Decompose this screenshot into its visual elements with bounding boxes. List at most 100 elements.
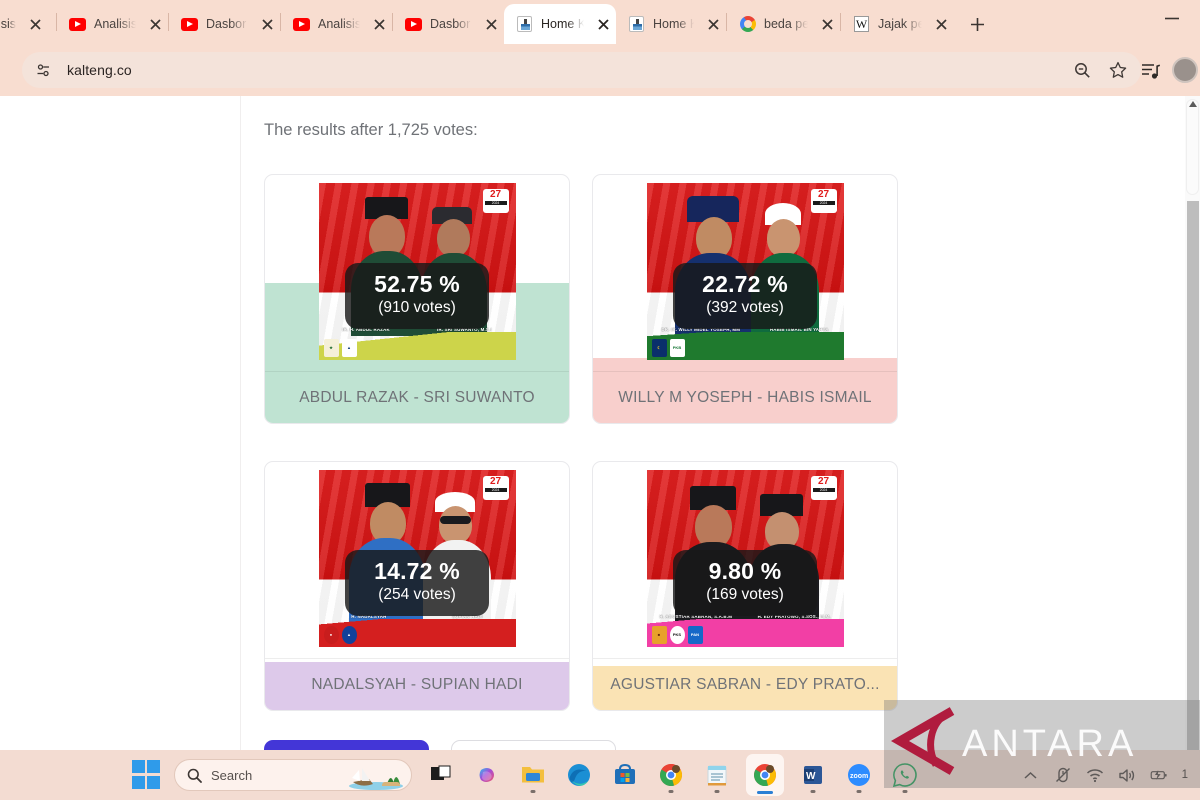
bookmark-star-icon[interactable] [1103, 55, 1133, 85]
tab-close-icon[interactable] [480, 13, 502, 35]
tab-title: Home K [653, 17, 694, 31]
badge-year: 2024 [812, 488, 835, 492]
badge-year: 2024 [484, 201, 507, 205]
new-tab-button[interactable] [960, 7, 994, 41]
page-divider [240, 96, 241, 750]
party-logo: ▲ [341, 339, 357, 357]
zoom-icon[interactable]: zoom [842, 755, 876, 795]
svg-text:W: W [806, 771, 816, 782]
candidate-name: AGUSTIAR SABRAN - EDY PRATO... [610, 675, 880, 693]
poster-party-logos: ☾ PKB [651, 339, 685, 357]
tab-close-icon[interactable] [592, 13, 614, 35]
browser-tab[interactable]: Analisis [57, 4, 168, 44]
tab-title: Home K [541, 17, 584, 31]
badge-year: 2024 [484, 488, 507, 492]
tab-close-icon[interactable] [702, 13, 724, 35]
party-logo: ● [323, 626, 339, 644]
badge-day: 27 [489, 189, 502, 200]
search-input[interactable]: Search [174, 759, 412, 791]
poll-card[interactable]: 27 2024 H. NADALSYAH SUPIAN HADI ● ▲ 14.… [264, 461, 570, 711]
window-minimize-button[interactable] [1154, 4, 1190, 32]
address-bar[interactable]: kalteng.co [22, 52, 1141, 88]
poll-results-content: The results after 1,725 votes: 27 2024 I… [264, 96, 904, 750]
wifi-icon[interactable] [1086, 766, 1104, 784]
browser-chrome: isis Analisis Dasbor [0, 0, 1200, 96]
candidate-name: NADALSYAH - SUPIAN HADI [311, 675, 523, 693]
tab-title: Analisis [318, 17, 360, 31]
party-logo: ■ [651, 626, 667, 644]
tab-title: Analisis [94, 17, 136, 31]
poll-cards-grid: 27 2024 IR. H. ABDUL RAZAK IR. SRI SUWAN… [264, 174, 904, 711]
youtube-icon [181, 16, 198, 33]
poster-party-logos: ★ ▲ [323, 339, 357, 357]
tab-close-icon[interactable] [368, 13, 390, 35]
site-settings-icon[interactable] [29, 56, 57, 84]
percent-value: 52.75 % [374, 271, 460, 297]
tab-close-icon[interactable] [930, 13, 952, 35]
scrollbar-thumb[interactable] [1186, 99, 1199, 195]
notepad-icon[interactable] [700, 755, 734, 795]
app-running-dot [668, 790, 674, 793]
browser-tab[interactable]: Home K [616, 4, 726, 44]
tab-title: Dasbor [206, 17, 247, 31]
tab-title: Jajak pe [878, 17, 922, 31]
app-running-dot [856, 790, 862, 793]
poll-card[interactable]: 27 2024 DR. IR. WILLY MIDEL YOSEPH, MM H… [592, 174, 898, 424]
google-chrome-icon[interactable] [654, 755, 688, 795]
tab-strip: isis Analisis Dasbor [0, 0, 1200, 44]
reading-list-icon[interactable] [1138, 58, 1164, 84]
taskbar-clock[interactable]: 1 [1182, 769, 1188, 782]
url-text: kalteng.co [67, 62, 132, 78]
poll-card[interactable]: 27 2024 IR. H. ABDUL RAZAK IR. SRI SUWAN… [264, 174, 570, 424]
result-badge: 52.75 % (910 votes) [345, 263, 489, 329]
google-chrome-active-icon[interactable] [746, 754, 784, 796]
badge-day: 27 [817, 476, 830, 487]
party-logo: ★ [323, 339, 339, 357]
svg-text:zoom: zoom [850, 773, 868, 780]
search-icon [187, 768, 202, 783]
zoom-out-icon[interactable] [1067, 55, 1097, 85]
badge-day: 27 [489, 476, 502, 487]
tab-title: beda pe [764, 17, 808, 31]
scroll-up-icon[interactable] [1185, 96, 1200, 111]
badge-day: 27 [817, 189, 830, 200]
volume-icon[interactable] [1118, 766, 1136, 784]
app-running-dot [810, 790, 816, 793]
microsoft-edge-icon[interactable] [562, 755, 596, 795]
task-view-button[interactable] [424, 755, 458, 795]
browser-tab[interactable]: beda pe [727, 4, 840, 44]
browser-tab[interactable]: Dasbor [393, 4, 504, 44]
scrollbar-track[interactable] [1187, 201, 1199, 750]
whatsapp-icon[interactable] [888, 755, 922, 795]
profile-avatar-icon[interactable] [1172, 57, 1198, 83]
result-badge: 14.72 % (254 votes) [345, 550, 489, 616]
poll-card[interactable]: 27 2024 H. AGUSTIAR SABRAN, S.A.B.M H. E… [592, 461, 898, 711]
live-results-button[interactable]: Live results [264, 740, 429, 750]
tab-close-icon[interactable] [256, 13, 278, 35]
windows-taskbar: Search W zoom 1 [0, 750, 1200, 800]
app-active-indicator [757, 791, 773, 794]
browser-tab[interactable]: isis [0, 4, 56, 44]
show-hidden-icons-icon[interactable] [1022, 766, 1040, 784]
microsoft-word-icon[interactable]: W [796, 755, 830, 795]
tab-close-icon[interactable] [816, 13, 838, 35]
battery-icon[interactable] [1150, 766, 1168, 784]
browser-tab[interactable]: W Jajak pe [841, 4, 954, 44]
party-logo: PKB [669, 339, 685, 357]
tab-close-icon[interactable] [144, 13, 166, 35]
browser-tab-active[interactable]: Home K [504, 4, 616, 44]
copilot-icon[interactable] [470, 755, 504, 795]
microsoft-store-icon[interactable] [608, 755, 642, 795]
browser-tab[interactable]: Dasbor [169, 4, 280, 44]
candidate-name: ABDUL RAZAK - SRI SUWANTO [299, 388, 535, 406]
document-icon [516, 16, 533, 33]
file-explorer-icon[interactable] [516, 755, 550, 795]
mouse-icon[interactable] [1054, 766, 1072, 784]
browser-tab[interactable]: Analisis [281, 4, 392, 44]
back-to-poll-button[interactable]: Back to poll [451, 740, 616, 750]
result-badge: 22.72 % (392 votes) [673, 263, 817, 329]
start-button[interactable] [132, 760, 162, 790]
search-illustration-icon [347, 762, 405, 790]
page-scrollbar[interactable] [1185, 96, 1200, 750]
tab-close-icon[interactable] [24, 13, 46, 35]
